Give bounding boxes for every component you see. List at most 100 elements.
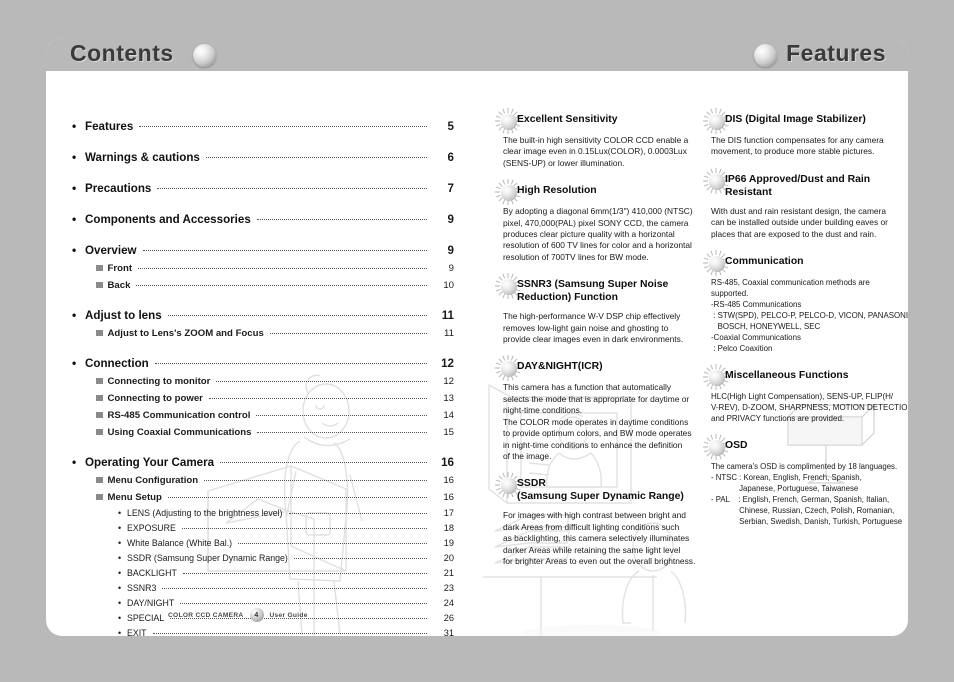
feature-body: RS-485, Coaxial communication methods ar… [707, 277, 908, 354]
square-bullet-icon [96, 411, 103, 418]
toc-page-number: 19 [443, 538, 454, 548]
body-line: - PAL : English, French, German, Spanish… [711, 495, 890, 505]
bullet-icon: • [118, 628, 122, 636]
toc-label: Connection [85, 357, 149, 370]
toc-item[interactable]: • Components and Accessories 9 [72, 212, 454, 226]
body-line: Serbian, Swedish, Danish, Turkish, Portu… [711, 517, 903, 527]
body-line: The COLOR mode operates in daytime condi… [503, 416, 689, 427]
toc-item[interactable]: • Connection 12 [72, 356, 454, 370]
toc-label: Precautions [85, 182, 152, 195]
toc-page-number: 16 [441, 456, 454, 469]
toc-page-number: 11 [444, 328, 454, 339]
dot-leader [204, 480, 427, 481]
toc-page-number: 17 [443, 508, 454, 518]
feature-block: OSD The camera's OSD is complimented by … [703, 434, 903, 527]
bullet-icon: • [118, 583, 122, 593]
feature-title: SSDR (Samsung Super Dynamic Range) [517, 478, 684, 503]
dot-leader [205, 157, 427, 158]
bullet-icon: • [118, 553, 122, 563]
toc-item[interactable]: • Adjust to lens 11 [72, 308, 454, 322]
footer-brand: COLOR CCD CAMERA [168, 611, 244, 619]
bullet-icon: • [72, 150, 77, 164]
toc-page-number: 26 [443, 613, 454, 623]
feature-title: Communication [725, 256, 804, 268]
toc-subitem[interactable]: Connecting to power 13 [72, 393, 454, 404]
feature-title: High Resolution [517, 185, 597, 197]
footer-left: COLOR CCD CAMERA 4 User Guide [168, 608, 308, 622]
square-bullet-icon [96, 377, 103, 384]
body-line: and PRIVACY functions are provided. [711, 414, 845, 424]
dot-leader [216, 381, 427, 382]
dot-leader [288, 513, 427, 514]
toc-subsubitem[interactable]: • BACKLIGHT 21 [72, 568, 454, 578]
manual-page-spread: Contents Features • Features 5 • Warning… [46, 38, 908, 636]
feature-block: DIS (Digital Image Stabilizer) The DIS f… [703, 108, 897, 158]
feature-block: IP66 Approved/Dust and Rain Resistant Wi… [703, 167, 897, 240]
body-line: of the image. [503, 450, 552, 461]
body-line: : Pelco Coaxition [711, 344, 773, 354]
toc-subitem[interactable]: Menu Configuration 16 [72, 475, 454, 486]
toc-subitem[interactable]: Using Coaxial Communications 15 [72, 427, 454, 438]
body-line: resolution of 700TV lines for BW mode. [503, 251, 649, 262]
body-line: Chinese, Russian, Czech, Polish, Romania… [711, 506, 895, 516]
feature-heading: Miscellaneous Functions [703, 364, 897, 391]
toc-label: SSNR3 [127, 583, 157, 593]
toc-item[interactable]: • Operating Your Camera 16 [72, 455, 454, 469]
toc-label: White Balance (White Bal.) [127, 538, 233, 548]
bullet-icon: • [72, 119, 77, 133]
bullet-icon: • [72, 356, 77, 370]
toc-item[interactable]: • Features 5 [72, 119, 454, 133]
toc-page-number: 15 [443, 427, 454, 438]
toc-page-number: 18 [443, 523, 454, 533]
body-line: supported. [711, 289, 749, 299]
toc-label: Menu Configuration [107, 475, 199, 486]
body-line: (SENS-UP) or lower illumination. [503, 157, 625, 168]
feature-heading: OSD [703, 434, 897, 461]
toc-subitem[interactable]: Menu Setup 16 [72, 492, 454, 503]
toc-subsubitem[interactable]: • EXPOSURE 18 [72, 523, 454, 533]
feature-body: With dust and rain resistant design, the… [707, 206, 897, 240]
toc-subitem[interactable]: Front 9 [72, 263, 454, 274]
toc-page-number: 31 [443, 628, 454, 636]
dot-leader [238, 543, 427, 544]
toc-subitem[interactable]: Back 10 [72, 280, 454, 291]
toc-subsubitem[interactable]: • DAY/NIGHT 24 [72, 598, 454, 608]
square-bullet-icon [96, 281, 103, 288]
toc-subitem[interactable]: Connecting to monitor 12 [72, 376, 454, 387]
toc-subsubitem[interactable]: • LENS (Adjusting to the brightness leve… [72, 508, 454, 518]
body-line: The built-in high sensitivity COLOR CCD … [503, 135, 689, 145]
toc-subitem[interactable]: RS-485 Communication control 14 [72, 410, 454, 421]
sphere-icon [501, 114, 517, 130]
toc-label: Warnings & cautions [85, 151, 200, 164]
features-column-left: Excellent Sensitivity The built-in high … [495, 108, 695, 580]
toc-item[interactable]: • Precautions 7 [72, 181, 454, 195]
square-bullet-icon [96, 394, 103, 401]
toc-subsubitem[interactable]: • SSDR (Samsung Super Dynamic Range) 20 [72, 553, 454, 563]
toc-label: Overview [85, 244, 137, 257]
toc-label: Front [107, 263, 133, 274]
page-number-badge: 4 [249, 608, 264, 622]
toc-label: Using Coaxial Communications [107, 427, 252, 438]
bullet-icon: • [118, 523, 122, 533]
bullet-icon: • [118, 538, 122, 548]
body-line: V-REV), D-ZOOM, SHARPNESS, MOTION DETECT… [711, 403, 908, 413]
toc-subitem[interactable]: Adjust to Lens's ZOOM and Focus 11 [72, 328, 454, 339]
toc-item[interactable]: • Warnings & cautions 6 [72, 150, 454, 164]
toc-label: EXPOSURE [127, 523, 176, 533]
toc-label: Adjust to lens [85, 309, 162, 322]
body-line: With dust and rain resistant design, the… [711, 205, 887, 216]
toc-subsubitem[interactable]: • White Balance (White Bal.) 19 [72, 538, 454, 548]
toc-subsubitem[interactable]: • SSNR3 23 [72, 583, 454, 593]
toc-item[interactable]: • Overview 9 [72, 243, 454, 257]
body-line: produces clear picture quality with a ho… [503, 229, 675, 240]
toc-subsubitem[interactable]: • EXIT 31 [72, 628, 454, 636]
right-page: Excellent Sensitivity The built-in high … [477, 71, 908, 636]
dot-leader [269, 333, 427, 334]
body-line: as backlighting, this camera selectively… [503, 533, 690, 544]
toc-page-number: 9 [447, 213, 454, 226]
toc-label: Components and Accessories [85, 213, 251, 226]
dot-leader [152, 633, 427, 634]
toc-page-number: 16 [443, 492, 454, 503]
body-line: night-time conditions. [503, 405, 583, 416]
feature-heading: IP66 Approved/Dust and Rain Resistant [703, 167, 897, 199]
